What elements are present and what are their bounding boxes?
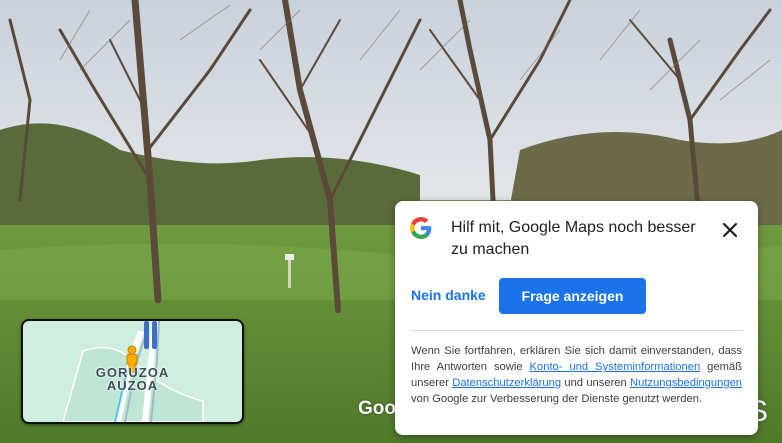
dialog-title: Hilf mit, Google Maps noch besser zu mac… <box>451 219 696 258</box>
privacy-policy-link[interactable]: Datenschutzerklärung <box>452 377 561 389</box>
show-question-button[interactable]: Frage anzeigen <box>499 278 646 314</box>
decline-button[interactable]: Nein danke <box>411 287 486 303</box>
google-g-icon <box>410 217 432 239</box>
minimap[interactable]: GORUZOA AUZOA <box>21 319 244 424</box>
close-icon[interactable] <box>718 218 742 242</box>
disclaimer-text: Wenn Sie fortfahren, erklären Sie sich d… <box>411 343 742 407</box>
terms-link[interactable]: Nutzungsbedingungen <box>630 377 742 389</box>
disclaimer-part-3: und unseren <box>564 377 627 389</box>
divider <box>411 330 742 331</box>
survey-dialog: Hilf mit, Google Maps noch besser zu mac… <box>395 201 758 435</box>
disclaimer-part-4: von Google zur Verbesserung der Dienste … <box>411 393 703 405</box>
minimap-place-label-2: AUZOA <box>106 378 159 393</box>
account-info-link[interactable]: Konto- und Systeminformationen <box>530 361 701 373</box>
view-direction-marker <box>144 321 149 349</box>
